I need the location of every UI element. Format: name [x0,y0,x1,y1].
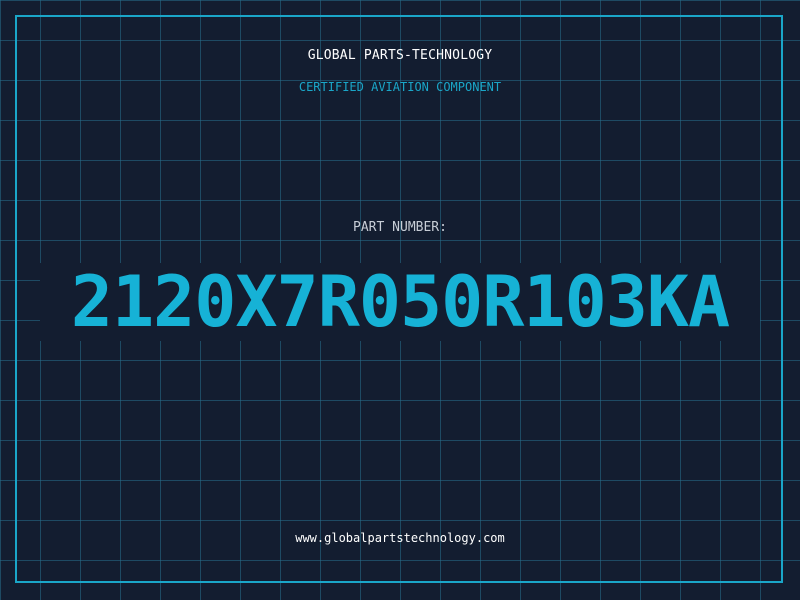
website-link[interactable]: www.globalpartstechnology.com [0,531,800,545]
part-number-value: 2120X7R050R103KA [70,261,730,343]
company-name: GLOBAL PARTS-TECHNOLOGY [307,48,493,63]
certificate-card: GLOBAL PARTS-TECHNOLOGY CERTIFIED AVIATI… [0,0,800,600]
part-number-label: PART NUMBER: [353,220,447,235]
certification-tagline: CERTIFIED AVIATION COMPONENT [298,80,502,94]
